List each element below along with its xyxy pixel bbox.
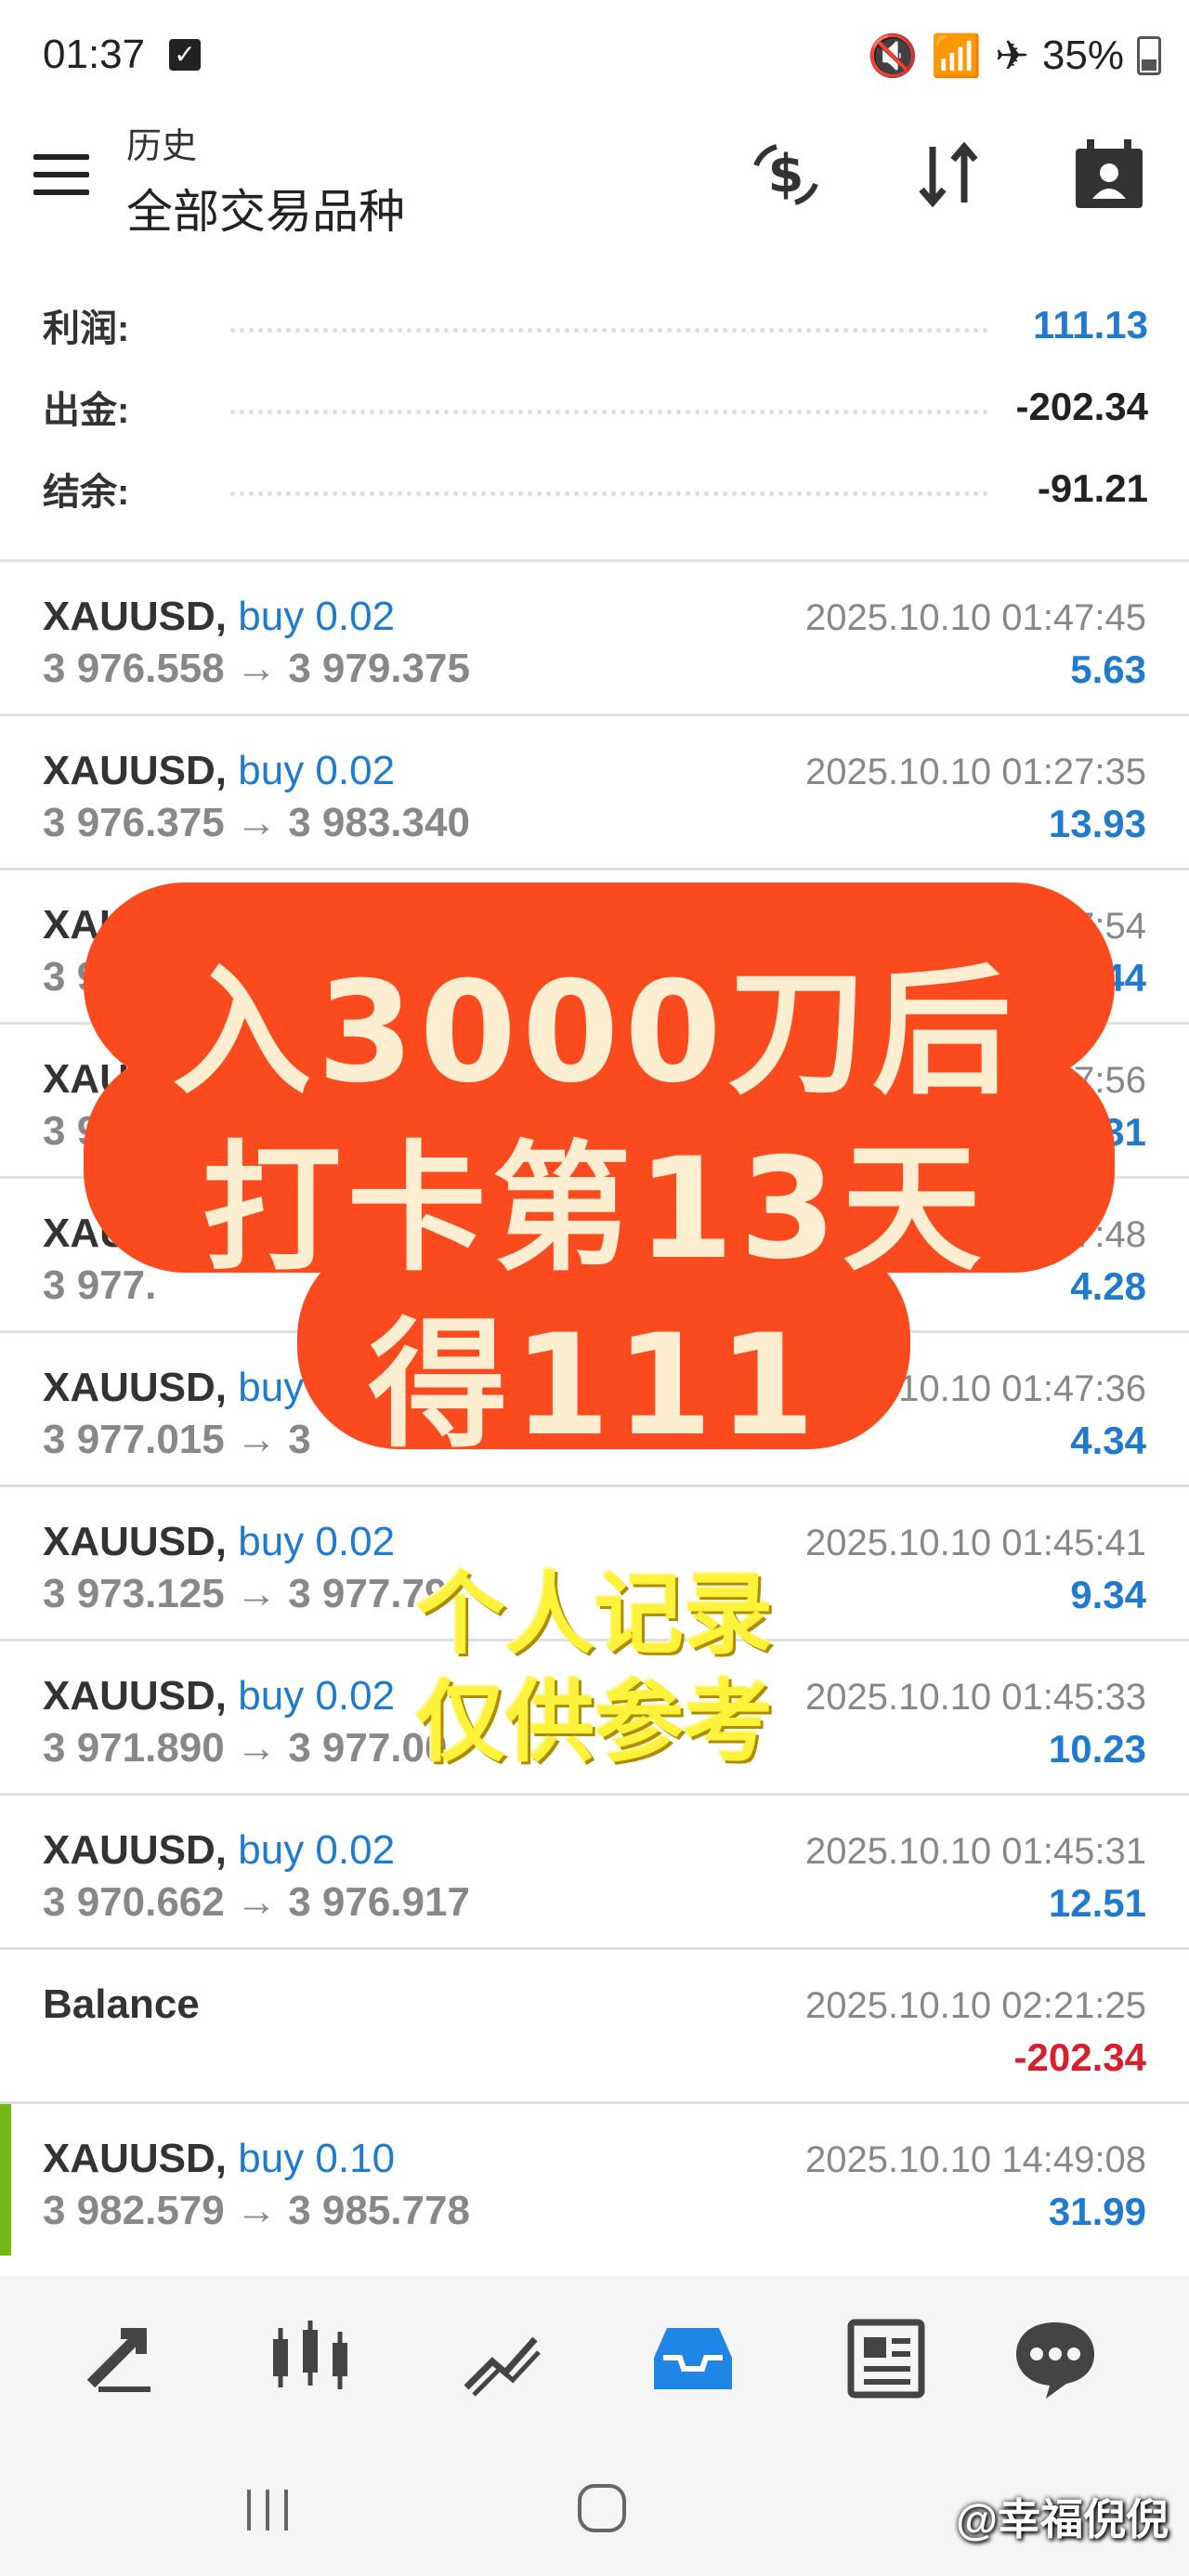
trade-symbol: XAUUSD, buy 0.02 [43,594,395,640]
trade-symbol-name: XAUUSD, [43,748,228,793]
trade-profit: 31.99 [1048,2190,1146,2233]
trade-date: 2025.10.10 14:49:08 [804,2139,1146,2180]
trade-row[interactable]: XAUUSD, buy 0.10 3 982.579 → 3 985.778 202… [0,2101,1189,2256]
trade-icon[interactable] [72,2311,165,2404]
notification-check-icon: ✓ [169,39,201,71]
news-icon[interactable] [838,2311,931,2404]
menu-icon[interactable] [33,154,89,195]
mute-icon: 🔇 [867,33,919,79]
trade-symbol-name: Balance [43,1981,200,2027]
trade-date: 2025.10.10 01:45:31 [804,1831,1146,1872]
bottom-navigation [0,2276,1189,2443]
trade-symbol: Balance [43,1981,200,2028]
home-icon[interactable] [574,2480,630,2536]
trade-symbol: XAUUSD, buy 0.10 [43,2136,395,2182]
deposit-dollar-icon[interactable]: $ [749,137,823,212]
overlay-line-2: 打卡第13天 [202,1129,987,1290]
trade-symbol-name: XAUUSD, [43,594,228,639]
trade-row[interactable]: XAUUSD, buy 0.02 3 976.558 → 3 979.375 202… [0,559,1189,713]
chat-icon[interactable] [1009,2311,1102,2404]
trade-prices: 3 976.558 → 3 979.375 [43,646,470,691]
wifi-icon: 📶 [931,33,983,79]
trade-action: buy 0.02 [238,594,396,639]
trade-symbol: XAUUSD, buy 0.02 [43,1827,395,1874]
chart-icon[interactable] [455,2311,548,2404]
trade-profit: -202.34 [1013,2035,1146,2079]
trade-date: 2025.10.10 01:47:45 [804,597,1146,638]
airplane-icon: ✈ [995,33,1029,79]
calendar-icon[interactable] [1072,137,1146,212]
overlay-note-2: 仅供参考 [416,1670,773,1774]
page-title: 历史 [126,127,198,166]
battery-percent: 35% [1041,33,1124,78]
watermark-text: @幸福倪倪 [956,2495,1169,2543]
trade-row[interactable]: Balance 2025.10.10 02:21:25 -202.34 [0,1947,1189,2101]
symbol-filter[interactable]: 全部交易品种 [126,175,405,242]
trade-profit: 12.51 [1048,1881,1146,1925]
trade-row[interactable]: XAUUSD, buy 0.02 3 976.375 → 3 983.340 202… [0,713,1189,868]
trade-profit: 5.63 [1070,647,1146,691]
overlay-line-3: 得111 [368,1305,821,1467]
summary-withdrawal: 出金: -202.34 [43,385,1148,431]
trade-prices: 3 970.662 → 3 976.917 [43,1879,470,1925]
trade-prices: 3 982.579 → 3 985.778 [43,2188,470,2233]
trade-date: 2025.10.10 02:21:25 [804,1985,1146,2026]
status-bar: 01:37 ✓ 🔇 📶 ✈ 35% [0,0,1189,111]
quotes-icon[interactable] [264,2311,357,2404]
summary-profit: 利润: 111.13 [43,303,1148,349]
overlay-line-1: 入3000刀后 [172,952,1017,1114]
trade-date: 2025.10.10 01:27:35 [804,752,1146,792]
svg-text:$: $ [768,144,804,204]
trade-row[interactable]: XAUUSD, buy 0.02 3 970.662 → 3 976.917 202… [0,1793,1189,1947]
sort-icon[interactable] [912,137,986,212]
trade-action: buy 0.10 [238,2136,396,2181]
status-time: 01:37 [43,32,146,77]
summary-balance: 结余: -91.21 [43,466,1148,513]
summary-panel: 利润: 111.13 出金: -202.34 结余: -91.21 [0,279,1189,557]
trade-symbol-name: XAUUSD, [43,2136,228,2181]
history-icon[interactable] [647,2311,739,2404]
trade-symbol-name: XAUUSD, [43,1827,228,1873]
trade-profit: 13.93 [1048,802,1146,845]
trade-symbol: XAUUSD, buy 0.02 [43,748,395,794]
battery-icon [1137,36,1161,75]
status-right: 🔇 📶 ✈ 35% [867,32,1161,80]
trade-action: buy 0.02 [238,1827,396,1873]
recent-apps-icon[interactable] [240,2484,295,2536]
trade-action: buy 0.02 [238,748,396,793]
trade-prices: 3 976.375 → 3 983.340 [43,800,470,845]
